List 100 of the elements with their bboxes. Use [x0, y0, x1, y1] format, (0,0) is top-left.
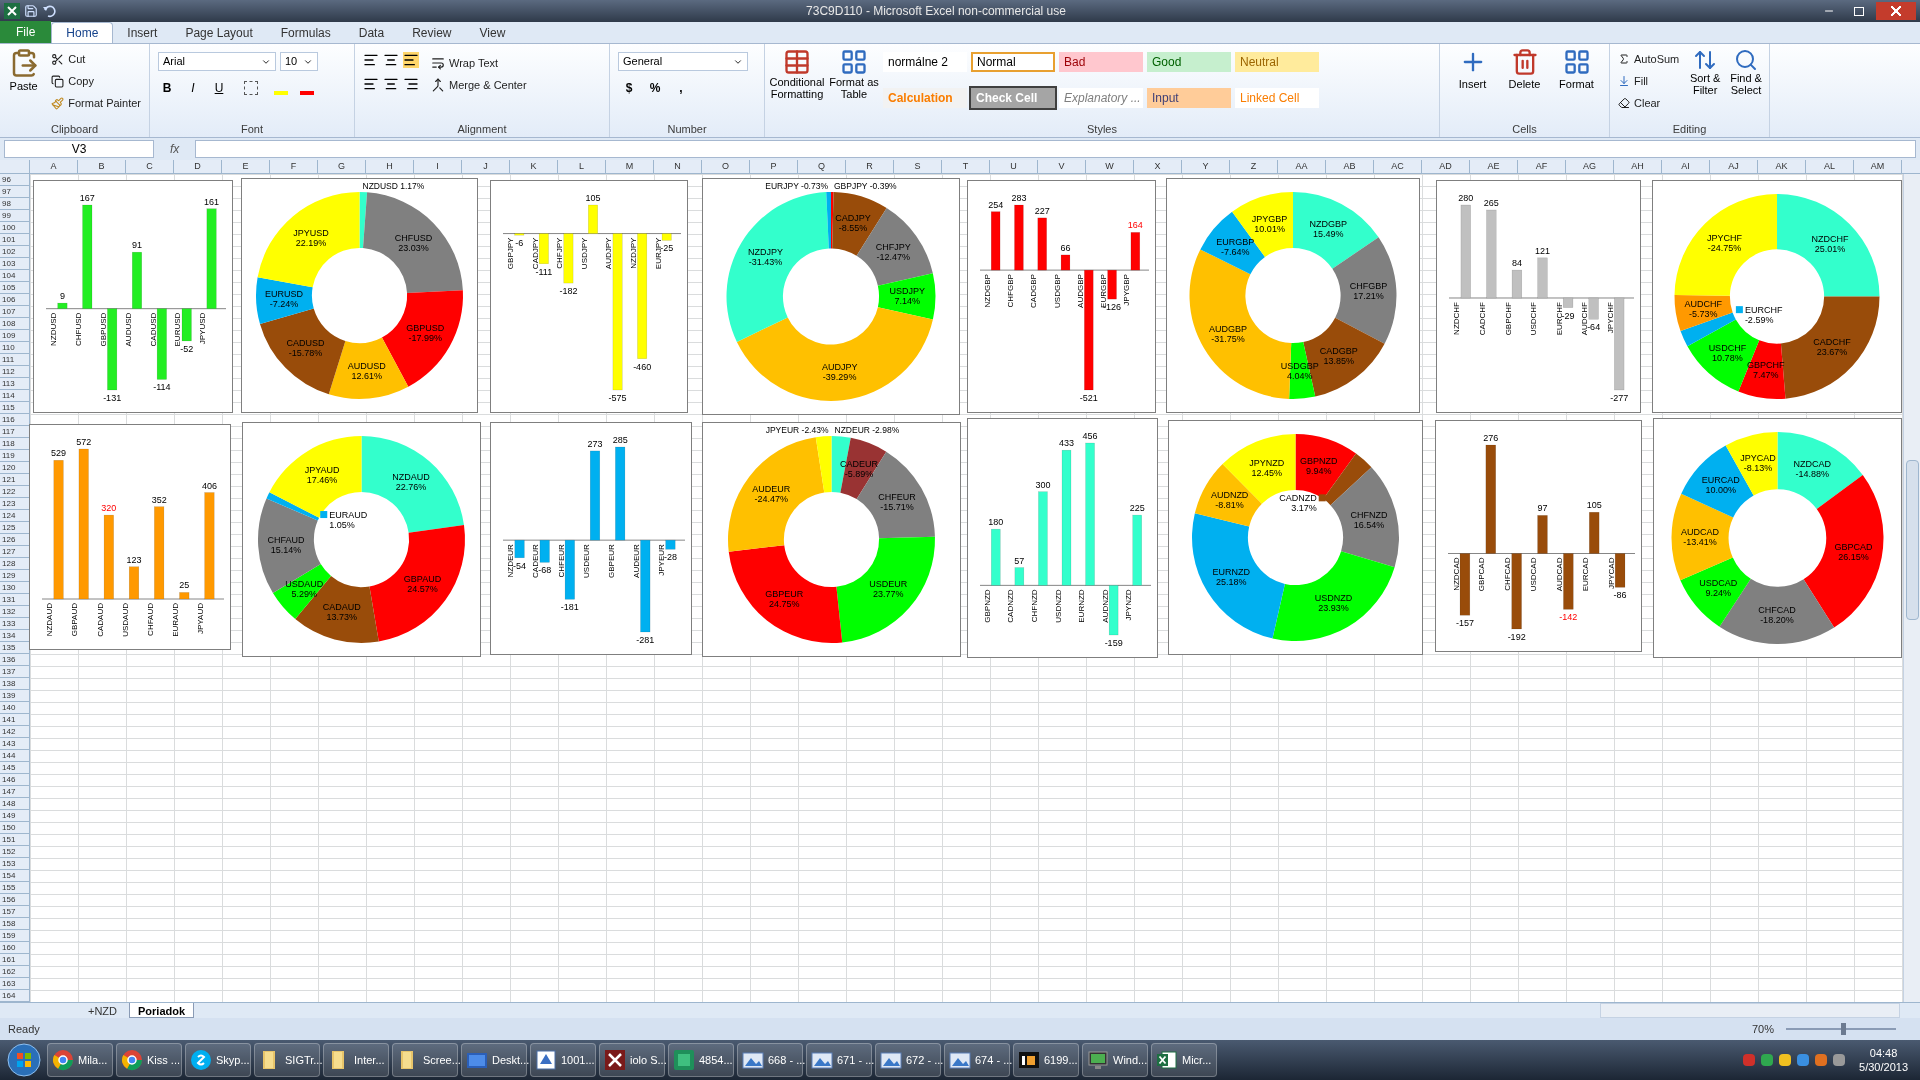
column-header[interactable]: B — [78, 160, 126, 173]
column-header[interactable]: K — [510, 160, 558, 173]
taskbar-button[interactable]: 668 - ... — [737, 1043, 803, 1077]
column-header[interactable]: AE — [1470, 160, 1518, 173]
column-header[interactable]: H — [366, 160, 414, 173]
row-header[interactable]: 111 — [0, 354, 29, 366]
file-tab[interactable]: File — [0, 21, 52, 43]
row-header[interactable]: 162 — [0, 966, 29, 978]
row-header[interactable]: 143 — [0, 738, 29, 750]
column-header[interactable]: T — [942, 160, 990, 173]
column-header[interactable]: F — [270, 160, 318, 173]
font-size-field[interactable]: 10 — [280, 52, 318, 71]
row-header[interactable]: 155 — [0, 882, 29, 894]
column-header[interactable]: U — [990, 160, 1038, 173]
format-as-table-button[interactable]: Format as Table — [829, 48, 879, 121]
row-header[interactable]: 136 — [0, 654, 29, 666]
row-header[interactable]: 156 — [0, 894, 29, 906]
row-header[interactable]: 158 — [0, 918, 29, 930]
cut-button[interactable]: Cut — [47, 48, 145, 70]
row-header[interactable]: 101 — [0, 234, 29, 246]
sort-filter-button[interactable]: Sort & Filter — [1687, 48, 1724, 121]
underline-button[interactable]: U — [210, 79, 228, 97]
row-header[interactable]: 137 — [0, 666, 29, 678]
row-header[interactable]: 114 — [0, 390, 29, 402]
font-name-field[interactable]: Arial — [158, 52, 276, 71]
fill-button[interactable]: Fill — [1614, 70, 1684, 92]
row-header[interactable]: 154 — [0, 870, 29, 882]
find-select-button[interactable]: Find & Select — [1727, 48, 1765, 121]
column-header[interactable]: A — [30, 160, 78, 173]
column-header[interactable]: I — [414, 160, 462, 173]
column-header[interactable]: AM — [1854, 160, 1902, 173]
clear-button[interactable]: Clear — [1614, 92, 1684, 114]
row-header[interactable]: 99 — [0, 210, 29, 222]
row-header[interactable]: 147 — [0, 786, 29, 798]
row-header[interactable]: 153 — [0, 858, 29, 870]
taskbar-button[interactable]: 1001... — [530, 1043, 596, 1077]
number-format-button[interactable]: , — [674, 79, 688, 97]
conditional-formatting-button[interactable]: Conditional Formatting — [769, 48, 825, 121]
cell-style-option[interactable]: normálne 2 — [883, 52, 967, 72]
number-format-field[interactable]: General — [618, 52, 748, 71]
row-header[interactable]: 146 — [0, 774, 29, 786]
paste-button[interactable]: Paste — [4, 48, 44, 121]
taskbar-button[interactable]: 671 - ... — [806, 1043, 872, 1077]
row-header[interactable]: 163 — [0, 978, 29, 990]
row-header[interactable]: 139 — [0, 690, 29, 702]
column-header[interactable]: C — [126, 160, 174, 173]
column-header[interactable]: O — [702, 160, 750, 173]
row-header[interactable]: 96 — [0, 174, 29, 186]
column-header[interactable]: P — [750, 160, 798, 173]
number-format-button[interactable]: $ — [622, 79, 636, 97]
cell-style-option[interactable]: Good — [1147, 52, 1231, 72]
column-header[interactable]: AK — [1758, 160, 1806, 173]
row-header[interactable]: 149 — [0, 810, 29, 822]
row-header[interactable]: 112 — [0, 366, 29, 378]
row-header[interactable]: 110 — [0, 342, 29, 354]
row-header[interactable]: 103 — [0, 258, 29, 270]
function-label[interactable]: fx — [162, 140, 188, 158]
column-header[interactable]: L — [558, 160, 606, 173]
column-header[interactable]: Z — [1230, 160, 1278, 173]
row-header[interactable]: 116 — [0, 414, 29, 426]
row-header[interactable]: 142 — [0, 726, 29, 738]
ribbon-tab[interactable]: Review — [398, 22, 466, 43]
row-header[interactable]: 160 — [0, 942, 29, 954]
ribbon-tab[interactable]: Formulas — [266, 22, 345, 43]
row-header[interactable]: 106 — [0, 294, 29, 306]
autosum-button[interactable]: AutoSum — [1614, 48, 1684, 70]
cells-button[interactable]: Format — [1554, 48, 1599, 121]
bold-button[interactable]: B — [158, 79, 176, 97]
column-header[interactable]: AF — [1518, 160, 1566, 173]
column-header[interactable]: X — [1134, 160, 1182, 173]
taskbar-button[interactable]: Micr... — [1151, 1043, 1217, 1077]
merge-center-button[interactable]: Merge & Center — [427, 74, 531, 96]
number-format-button[interactable]: % — [648, 79, 662, 97]
row-header[interactable]: 144 — [0, 750, 29, 762]
taskbar-button[interactable]: Mila... — [47, 1043, 113, 1077]
taskbar-button[interactable]: Skyp... — [185, 1043, 251, 1077]
taskbar-button[interactable]: iolo S... — [599, 1043, 665, 1077]
column-header[interactable]: AC — [1374, 160, 1422, 173]
taskbar-button[interactable]: Deskt... — [461, 1043, 527, 1077]
column-header[interactable]: AB — [1326, 160, 1374, 173]
column-header[interactable]: J — [462, 160, 510, 173]
row-header[interactable]: 159 — [0, 930, 29, 942]
taskbar-button[interactable]: Inter... — [323, 1043, 389, 1077]
row-header[interactable]: 113 — [0, 378, 29, 390]
column-header[interactable]: AL — [1806, 160, 1854, 173]
taskbar-button[interactable]: Wind... — [1082, 1043, 1148, 1077]
column-header[interactable]: G — [318, 160, 366, 173]
column-header[interactable]: W — [1086, 160, 1134, 173]
column-header[interactable]: V — [1038, 160, 1086, 173]
taskbar-button[interactable]: 4854... — [668, 1043, 734, 1077]
row-header[interactable]: 148 — [0, 798, 29, 810]
column-header[interactable]: R — [846, 160, 894, 173]
column-header[interactable]: Y — [1182, 160, 1230, 173]
italic-button[interactable]: I — [184, 79, 202, 97]
ribbon-tab[interactable]: View — [465, 22, 520, 43]
row-header[interactable]: 100 — [0, 222, 29, 234]
row-header[interactable]: 141 — [0, 714, 29, 726]
row-header[interactable]: 152 — [0, 846, 29, 858]
taskbar-button[interactable]: Scree... — [392, 1043, 458, 1077]
ribbon-tab[interactable]: Data — [344, 22, 399, 43]
